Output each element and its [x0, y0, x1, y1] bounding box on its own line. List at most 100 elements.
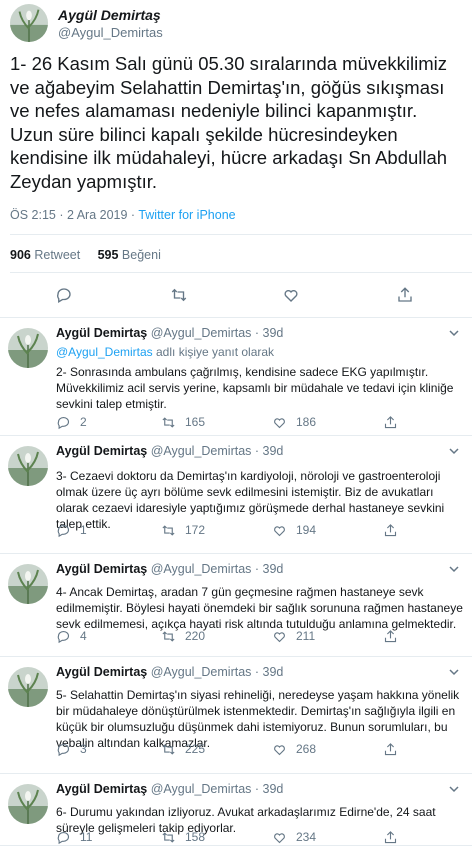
- chevron-down-icon[interactable]: [448, 665, 460, 677]
- handle-time[interactable]: @Aygul_Demirtas · 39d: [151, 665, 284, 679]
- reply-count: 3: [80, 742, 87, 756]
- retweet-button[interactable]: 220: [161, 628, 205, 644]
- author-name[interactable]: Aygül Demirtaş: [56, 444, 147, 458]
- chevron-down-icon[interactable]: [448, 782, 460, 794]
- reply-tweet[interactable]: Aygül Demirtaş @Aygul_Demirtas · 39d 6- D…: [0, 774, 472, 846]
- tweet-actions: 11 158 234: [56, 829, 456, 845]
- share-icon: [383, 742, 398, 757]
- replying-to: @Aygul_Demirtas adlı kişiye yanıt olarak: [56, 345, 274, 359]
- avatar[interactable]: [8, 328, 48, 368]
- reply-icon: [56, 830, 71, 845]
- author-name[interactable]: Aygül Demirtaş: [56, 665, 147, 679]
- reply-count: 4: [80, 629, 87, 643]
- heart-icon: [272, 742, 287, 757]
- share-button[interactable]: [383, 628, 398, 644]
- share-button[interactable]: [383, 522, 398, 538]
- reply-count: 11: [80, 830, 93, 844]
- retweet-button[interactable]: 158: [161, 829, 205, 845]
- like-stat[interactable]: 595 Beğeni: [98, 248, 161, 262]
- heart-icon[interactable]: [280, 284, 302, 306]
- divider: [10, 272, 472, 273]
- reply-icon: [56, 415, 71, 430]
- reply-button[interactable]: 2: [56, 414, 87, 430]
- retweet-count: 172: [185, 523, 206, 537]
- author-name[interactable]: Aygül Demirtaş: [56, 326, 147, 340]
- retweet-stat[interactable]: 906 Retweet: [10, 248, 80, 262]
- tweet-text: 2- Sonrasında ambulans çağrılmış, kendis…: [56, 365, 454, 411]
- avatar[interactable]: [8, 446, 48, 486]
- replies-list: Aygül Demirtaş @Aygul_Demirtas · 39d @Ayg…: [0, 318, 472, 846]
- reply-button[interactable]: 3: [56, 741, 87, 757]
- handle-time[interactable]: @Aygul_Demirtas · 39d: [151, 326, 284, 340]
- handle-time[interactable]: @Aygul_Demirtas · 39d: [151, 562, 284, 576]
- share-button[interactable]: [383, 741, 398, 757]
- like-button[interactable]: 194: [272, 522, 316, 538]
- tweet-actions: 1 172 194: [56, 522, 456, 538]
- like-button[interactable]: 234: [272, 829, 316, 845]
- reply-button[interactable]: 11: [56, 829, 92, 845]
- avatar[interactable]: [10, 4, 48, 42]
- avatar[interactable]: [8, 667, 48, 707]
- handle-time[interactable]: @Aygul_Demirtas · 39d: [151, 782, 284, 796]
- share-button[interactable]: [383, 414, 398, 430]
- like-button[interactable]: 268: [272, 741, 316, 757]
- reply-count: 1: [80, 523, 87, 537]
- avatar[interactable]: [8, 564, 48, 604]
- retweet-icon: [161, 629, 176, 644]
- reply-button[interactable]: 4: [56, 628, 87, 644]
- reply-tweet[interactable]: Aygül Demirtaş @Aygul_Demirtas · 39d 3- C…: [0, 436, 472, 554]
- reply-header: Aygül Demirtaş @Aygul_Demirtas · 39d: [56, 665, 283, 679]
- like-count: 194: [296, 523, 317, 537]
- replying-to-label: adlı kişiye yanıt olarak: [152, 345, 275, 359]
- retweet-button[interactable]: 172: [161, 522, 205, 538]
- heart-icon: [272, 830, 287, 845]
- like-button[interactable]: 211: [272, 628, 315, 644]
- share-icon: [383, 629, 398, 644]
- tweet-timestamp[interactable]: ÖS 2:15 · 2 Ara 2019 ·: [10, 208, 138, 222]
- chevron-down-icon[interactable]: [448, 444, 460, 456]
- chevron-down-icon[interactable]: [448, 562, 460, 574]
- retweet-count: 158: [185, 830, 206, 844]
- author-name[interactable]: Aygül Demirtaş: [56, 782, 147, 796]
- retweet-button[interactable]: 165: [161, 414, 205, 430]
- reply-icon: [56, 629, 71, 644]
- heart-icon: [272, 523, 287, 538]
- reply-header: Aygül Demirtaş @Aygul_Demirtas · 39d: [56, 562, 283, 576]
- chevron-down-icon[interactable]: [448, 326, 460, 338]
- share-icon[interactable]: [394, 284, 416, 306]
- retweet-icon: [161, 415, 176, 430]
- tweet-actions: [0, 284, 472, 306]
- reply-button[interactable]: 1: [56, 522, 87, 538]
- reply-tweet[interactable]: Aygül Demirtaş @Aygul_Demirtas · 39d @Ayg…: [0, 318, 472, 436]
- author-handle[interactable]: @Aygul_Demirtas: [58, 25, 163, 40]
- tweet-text: 4- Ancak Demirtaş, aradan 7 gün geçmesin…: [56, 585, 463, 631]
- share-icon: [383, 415, 398, 430]
- retweet-icon: [161, 742, 176, 757]
- replying-to-handle[interactable]: @Aygul_Demirtas: [56, 345, 153, 359]
- tweet-meta: ÖS 2:15 · 2 Ara 2019 · Twitter for iPhon…: [10, 208, 236, 222]
- tweet-actions: 4 220 211: [56, 628, 456, 644]
- like-count: 186: [296, 415, 317, 429]
- retweet-button[interactable]: 225: [161, 741, 205, 757]
- retweet-icon: [161, 523, 176, 538]
- reply-icon[interactable]: [53, 284, 75, 306]
- author-name[interactable]: Aygül Demirtaş: [58, 7, 161, 23]
- share-icon: [383, 523, 398, 538]
- like-button[interactable]: 186: [272, 414, 316, 430]
- like-count: 234: [296, 830, 317, 844]
- reply-tweet[interactable]: Aygül Demirtaş @Aygul_Demirtas · 39d 4- A…: [0, 554, 472, 657]
- tweet-stats: 906 Retweet 595 Beğeni: [10, 248, 161, 262]
- retweet-count: 165: [185, 415, 206, 429]
- heart-icon: [272, 629, 287, 644]
- handle-time[interactable]: @Aygul_Demirtas · 39d: [151, 444, 284, 458]
- retweet-icon[interactable]: [168, 284, 190, 306]
- divider: [10, 234, 472, 235]
- share-button[interactable]: [383, 829, 398, 845]
- author-name[interactable]: Aygül Demirtaş: [56, 562, 147, 576]
- retweet-count: 225: [185, 742, 206, 756]
- tweet-actions: 3 225 268: [56, 741, 456, 757]
- reply-tweet[interactable]: Aygül Demirtaş @Aygul_Demirtas · 39d 5- S…: [0, 657, 472, 774]
- tweet-source-link[interactable]: Twitter for iPhone: [138, 208, 235, 222]
- avatar[interactable]: [8, 784, 48, 824]
- retweet-icon: [161, 830, 176, 845]
